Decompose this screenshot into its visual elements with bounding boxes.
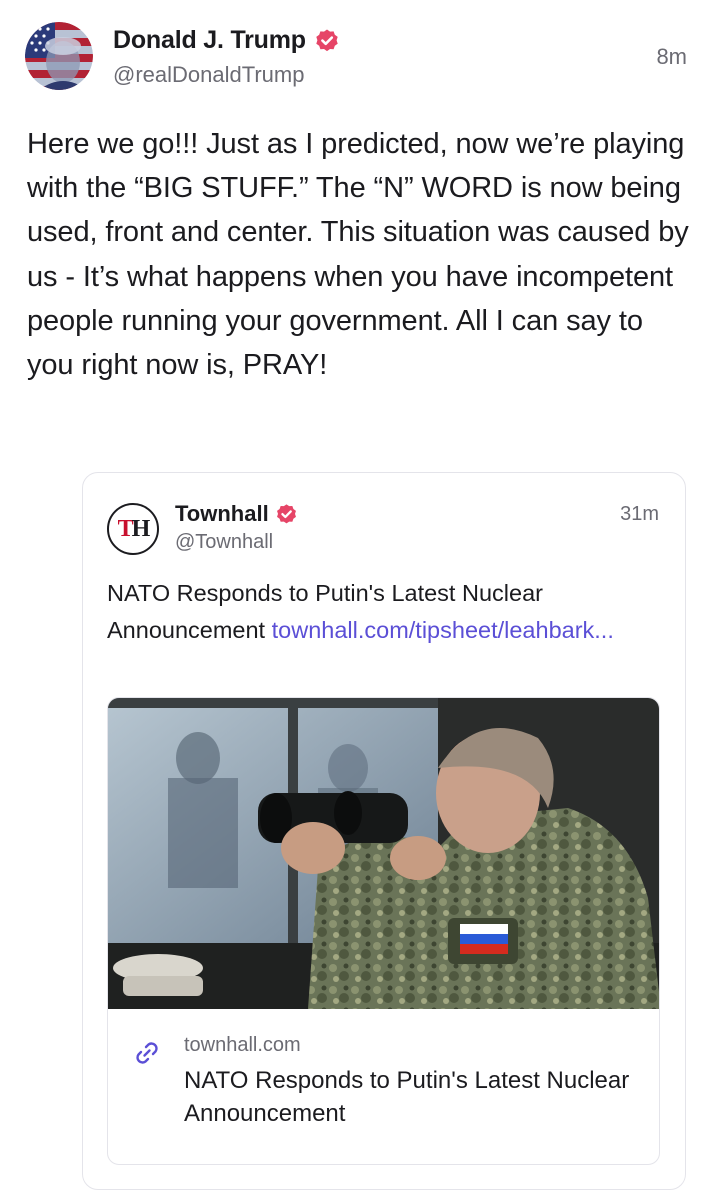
quoted-author-handle[interactable]: @Townhall — [175, 531, 273, 554]
author-avatar[interactable] — [25, 22, 93, 90]
post: Donald J. Trump @realDonaldTrump 8m Here… — [0, 0, 713, 1200]
link-preview-domain: townhall.com — [184, 1034, 301, 1056]
verified-badge-icon — [275, 503, 298, 526]
post-timestamp[interactable]: 8m — [656, 44, 687, 70]
townhall-logo: TH — [117, 516, 151, 542]
quoted-post-card[interactable]: TH Townhall @Townhall 31m NATO Responds … — [82, 472, 686, 1190]
author-handle[interactable]: @realDonaldTrump — [113, 62, 304, 88]
quoted-author-name-row: Townhall — [175, 501, 298, 527]
link-preview-card[interactable]: townhall.com NATO Responds to Putin's La… — [107, 697, 660, 1165]
quoted-post-text: NATO Responds to Putin's Latest Nuclear … — [107, 575, 667, 649]
quoted-author-avatar[interactable]: TH — [107, 503, 159, 555]
author-name-row: Donald J. Trump — [113, 26, 340, 55]
link-preview-title[interactable]: NATO Responds to Putin's Latest Nuclear … — [184, 1064, 644, 1130]
quoted-post-timestamp[interactable]: 31m — [620, 503, 659, 526]
author-name[interactable]: Donald J. Trump — [113, 26, 306, 55]
quoted-post-link[interactable]: townhall.com/tipsheet/leahbark... — [272, 617, 614, 643]
link-preview-image — [108, 698, 659, 1009]
chain-link-icon — [132, 1038, 162, 1068]
verified-badge-icon — [314, 28, 340, 54]
post-text: Here we go!!! Just as I predicted, now w… — [27, 128, 689, 382]
quoted-author-name[interactable]: Townhall — [175, 501, 269, 527]
